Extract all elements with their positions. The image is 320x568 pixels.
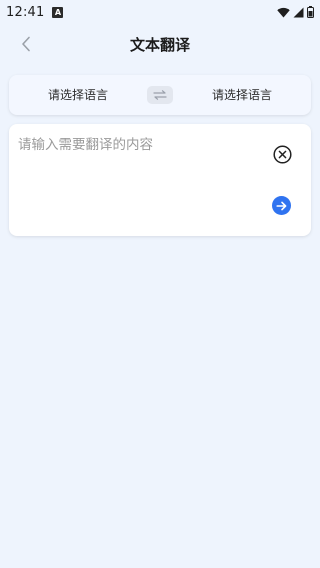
status-right bbox=[277, 6, 314, 18]
status-bar: 12:41 A bbox=[0, 0, 320, 24]
page-title: 文本翻译 bbox=[129, 36, 190, 54]
target-language-button[interactable]: 请选择语言 bbox=[173, 75, 311, 115]
source-language-button[interactable]: 请选择语言 bbox=[9, 75, 147, 115]
battery-icon bbox=[307, 6, 314, 18]
signal-icon bbox=[293, 7, 304, 17]
swap-languages-button[interactable] bbox=[147, 86, 173, 104]
translation-input[interactable] bbox=[18, 133, 258, 223]
language-selector: 请选择语言 请选择语言 bbox=[9, 75, 311, 115]
status-time: 12:41 bbox=[6, 4, 45, 20]
notification-badge-icon: A bbox=[52, 6, 64, 18]
translate-submit-button[interactable] bbox=[272, 196, 291, 215]
clear-button[interactable] bbox=[272, 144, 292, 164]
app-bar: 文本翻译 bbox=[0, 26, 320, 62]
clear-circle-icon bbox=[272, 144, 292, 164]
swap-arrows-icon bbox=[153, 90, 167, 100]
wifi-icon bbox=[277, 7, 290, 17]
arrow-right-circle-icon bbox=[276, 201, 287, 210]
input-card bbox=[9, 124, 311, 236]
status-left: 12:41 A bbox=[6, 4, 64, 20]
